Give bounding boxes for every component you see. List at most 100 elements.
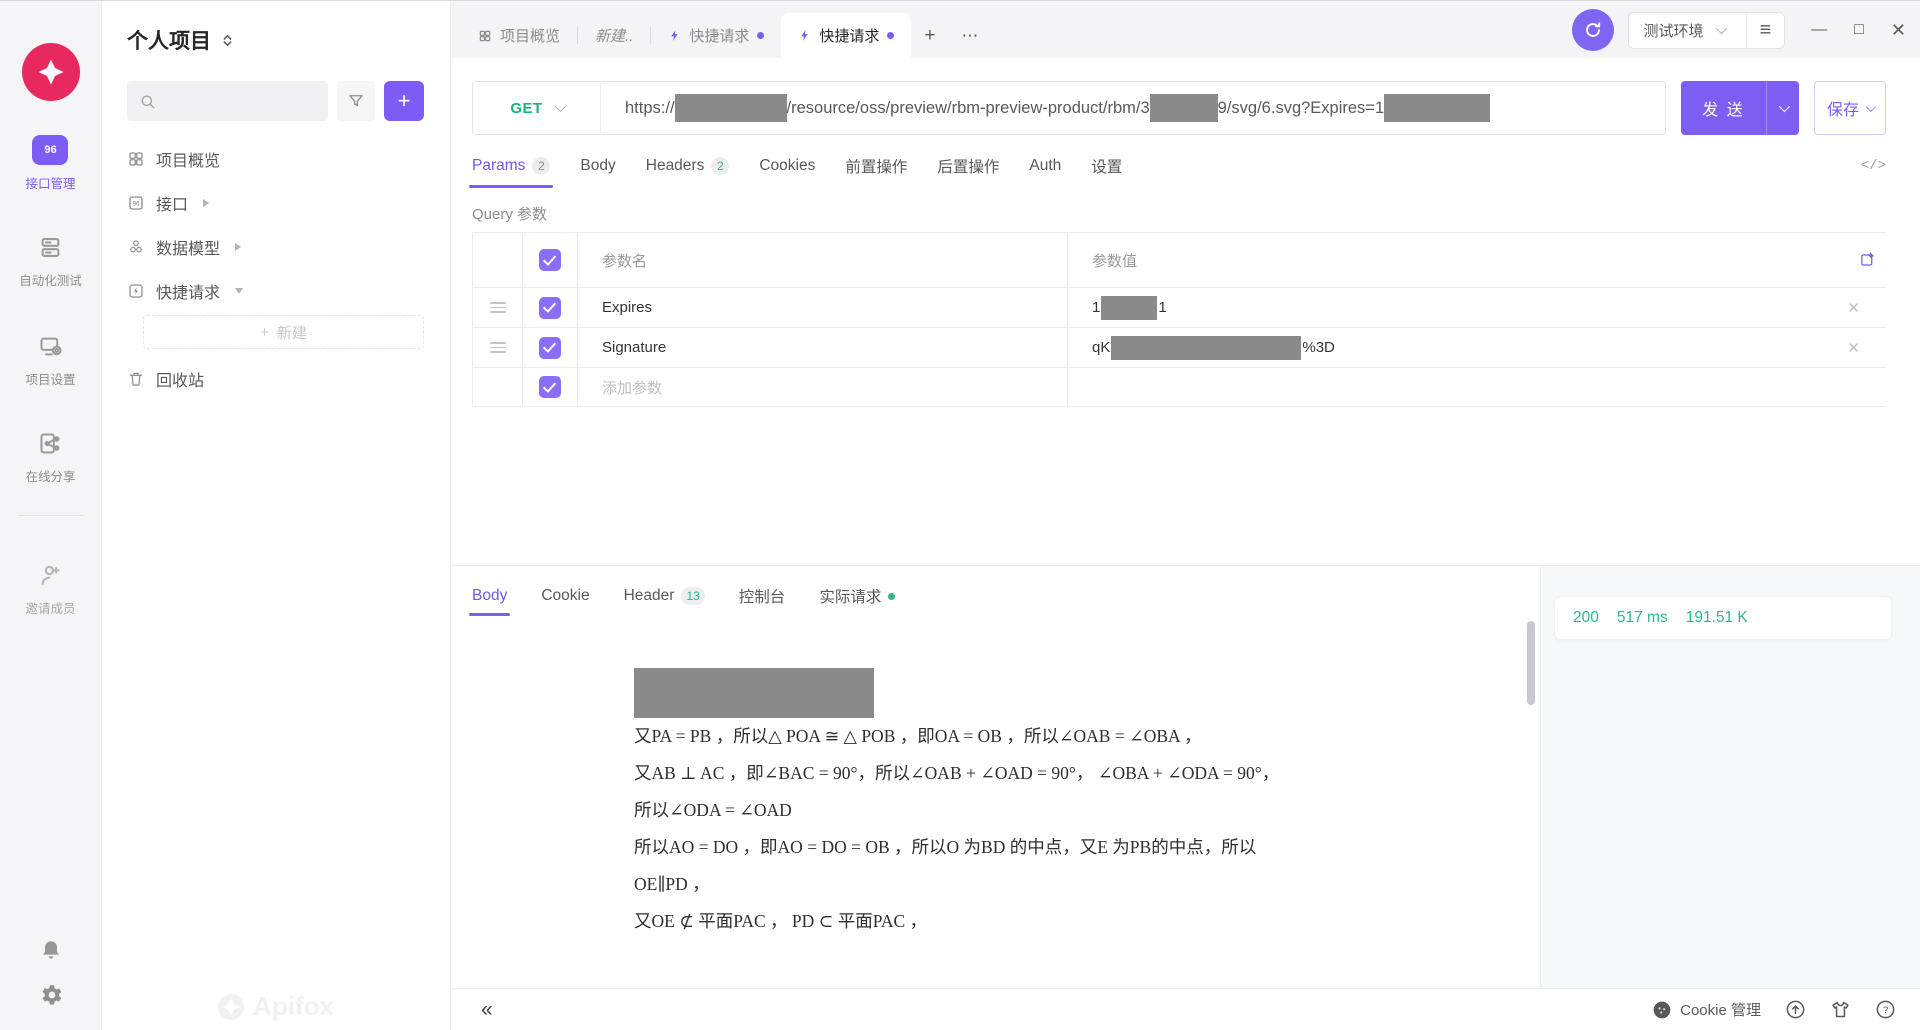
collapse-sidebar-icon[interactable]: « xyxy=(481,999,493,1020)
env-menu-button[interactable]: ≡ xyxy=(1747,19,1785,42)
url-input[interactable]: https:///resource/oss/preview/rbm-previe… xyxy=(601,94,1665,122)
minimize-button[interactable]: — xyxy=(1811,21,1827,39)
theme-shirt-icon[interactable] xyxy=(1830,999,1851,1020)
select-all-checkbox[interactable] xyxy=(539,249,561,271)
param-name-cell[interactable]: 添加参数 xyxy=(578,368,1068,406)
send-button[interactable]: 发 送 xyxy=(1681,81,1799,135)
response-body-content[interactable]: 又PA = PB ，所以△ POA ≅ △ POB ，即OA = OB ，所以∠… xyxy=(451,626,1540,988)
row-checkbox[interactable] xyxy=(539,376,561,398)
send-options-button[interactable] xyxy=(1767,81,1799,135)
chevron-down-icon xyxy=(554,101,565,112)
notification-bell-icon[interactable] xyxy=(38,938,64,964)
apifox-logo-icon[interactable] xyxy=(22,43,80,101)
param-name-cell[interactable]: Signature xyxy=(578,328,1068,367)
left-rail: 96 接口管理 自动化测试 项目设置 在线分享 邀请成员 xyxy=(0,1,102,1030)
tab-new[interactable]: 新建.. xyxy=(578,13,650,58)
api-manage-icon: 96 xyxy=(32,135,68,165)
maximize-button[interactable]: □ xyxy=(1854,21,1864,39)
new-tab-button[interactable]: + xyxy=(911,13,948,58)
tab-auth[interactable]: Auth xyxy=(1029,157,1061,175)
delete-row-icon[interactable]: ✕ xyxy=(1847,339,1860,357)
svg-text:?: ? xyxy=(1883,1005,1888,1016)
sidebar-item-trash[interactable]: 回收站 xyxy=(127,357,424,401)
data-model-icon xyxy=(127,238,145,256)
method-select[interactable]: GET xyxy=(473,82,601,134)
tab-headers[interactable]: Headers 2 xyxy=(646,157,730,175)
delete-row-icon[interactable]: ✕ xyxy=(1847,299,1860,317)
drag-handle-icon[interactable] xyxy=(490,342,506,353)
save-button[interactable]: 保存 xyxy=(1814,81,1886,135)
unsaved-dot xyxy=(887,32,894,39)
tab-cookies[interactable]: Cookies xyxy=(759,157,815,175)
settings-gear-icon[interactable] xyxy=(38,982,64,1008)
tab-more-button[interactable]: ⋯ xyxy=(949,13,992,58)
response-time: 517 ms xyxy=(1617,609,1668,627)
status-code: 200 xyxy=(1573,609,1599,627)
table-row-add: 添加参数 xyxy=(473,367,1886,407)
search-input[interactable] xyxy=(127,81,328,121)
param-value-cell[interactable]: qK%3D ✕ xyxy=(1068,328,1886,367)
help-icon[interactable]: ? xyxy=(1875,999,1896,1020)
cookie-icon xyxy=(1652,1000,1672,1020)
tab-console[interactable]: 控制台 xyxy=(739,585,786,607)
rail-item-automation[interactable]: 自动化测试 xyxy=(19,232,82,289)
upload-icon[interactable] xyxy=(1785,999,1806,1020)
tab-params[interactable]: Params 2 xyxy=(472,157,550,175)
cookie-manage-button[interactable]: Cookie 管理 xyxy=(1652,999,1761,1020)
rail-item-share[interactable]: 在线分享 xyxy=(25,428,75,485)
close-button[interactable]: ✕ xyxy=(1891,20,1906,41)
sidebar-item-api[interactable]: 96 接口 xyxy=(127,181,424,225)
headers-count-badge: 2 xyxy=(711,157,729,175)
math-line: 所以∠ODA = ∠OAD xyxy=(634,792,1540,829)
drag-handle-icon[interactable] xyxy=(490,302,506,313)
sort-updown-icon xyxy=(220,33,235,48)
tab-settings[interactable]: 设置 xyxy=(1091,155,1122,177)
tab-response-cookie[interactable]: Cookie xyxy=(541,587,589,605)
tab-overview[interactable]: 项目概览 xyxy=(461,13,577,58)
tab-quick-request-2[interactable]: 快捷请求 xyxy=(781,13,911,58)
redacted-block xyxy=(1150,94,1218,122)
params-count-badge: 2 xyxy=(532,157,550,175)
redacted-block xyxy=(675,94,787,122)
redacted-block xyxy=(1101,296,1157,320)
row-checkbox[interactable] xyxy=(539,297,561,319)
response-panel: Body Cookie Header 13 控制台 实际请求 又PA = PB … xyxy=(451,566,1540,988)
api-box-icon: 96 xyxy=(127,194,145,212)
row-checkbox[interactable] xyxy=(539,337,561,359)
tab-response-header[interactable]: Header 13 xyxy=(624,587,705,605)
bulk-edit-icon[interactable] xyxy=(1859,252,1876,269)
tab-quick-request-1[interactable]: 快捷请求 xyxy=(651,13,781,58)
page-title: 个人项目 xyxy=(127,25,211,55)
tab-response-body[interactable]: Body xyxy=(472,587,507,605)
sidebar-item-quick-request[interactable]: 快捷请求 xyxy=(127,269,424,313)
new-request-button[interactable]: +新建 xyxy=(143,315,424,349)
header-count-badge: 13 xyxy=(681,587,704,605)
sidebar-item-overview[interactable]: 项目概览 xyxy=(127,137,424,181)
rail-item-api-manage[interactable]: 96 接口管理 xyxy=(25,135,75,192)
filter-button[interactable] xyxy=(337,81,375,121)
invite-icon xyxy=(37,560,64,590)
trash-icon xyxy=(127,370,145,388)
add-button[interactable]: + xyxy=(384,81,424,121)
tab-pre-ops[interactable]: 前置操作 xyxy=(845,155,907,177)
project-switcher[interactable]: 个人项目 xyxy=(127,25,424,55)
param-value-cell[interactable]: 11 ✕ xyxy=(1068,288,1886,327)
apifox-watermark-icon xyxy=(217,993,245,1021)
rail-item-project-settings[interactable]: 项目设置 xyxy=(25,331,75,388)
tab-body[interactable]: Body xyxy=(580,157,615,175)
code-view-icon[interactable]: </> xyxy=(1861,158,1886,174)
request-bar: GET https:///resource/oss/preview/rbm-pr… xyxy=(472,81,1886,135)
rail-item-invite[interactable]: 邀请成员 xyxy=(25,560,75,617)
environment-select[interactable]: 测试环境 xyxy=(1629,20,1734,41)
param-value-cell[interactable] xyxy=(1068,368,1886,406)
response-status-card: 200 517 ms 191.51 K xyxy=(1554,596,1892,640)
tab-post-ops[interactable]: 后置操作 xyxy=(937,155,999,177)
math-line: 又OE ⊄ 平面PAC ， PD ⊂ 平面PAC ， xyxy=(634,903,1540,940)
scrollbar-thumb[interactable] xyxy=(1527,621,1535,705)
param-name-cell[interactable]: Expires xyxy=(578,288,1068,327)
sync-button[interactable] xyxy=(1572,9,1614,51)
tab-actual-request[interactable]: 实际请求 xyxy=(819,585,895,607)
unsaved-dot xyxy=(757,32,764,39)
sidebar-item-data-model[interactable]: 数据模型 xyxy=(127,225,424,269)
math-line: 又AB ⊥ AC ，即∠BAC = 90°，所以∠OAB + ∠OAD = 90… xyxy=(634,755,1540,792)
